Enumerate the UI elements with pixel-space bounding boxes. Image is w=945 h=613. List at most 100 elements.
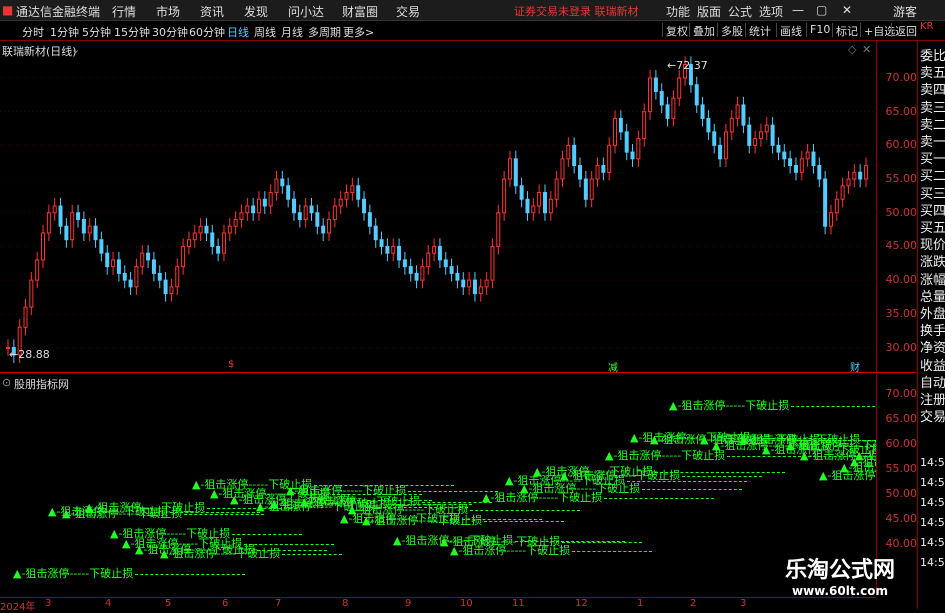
candle-body <box>554 178 559 200</box>
price-axis: 70.00 65.00 60.00 55.00 50.00 45.00 40.00 35.00… <box>876 41 917 372</box>
pane-divider[interactable] <box>0 372 916 373</box>
candle-body <box>169 286 174 295</box>
period-tab-15min[interactable]: 15分钟 <box>114 24 150 40</box>
candle-body <box>321 225 326 234</box>
tool-draw-button[interactable]: 画线 <box>776 23 805 38</box>
tool-back-button[interactable]: 返回 <box>891 23 920 38</box>
signal-label: ▲-狙击涨停-----下破止损 <box>669 397 876 413</box>
candle-body <box>753 138 758 146</box>
indicator-pane[interactable]: ⊙ 股朋指标网 70.00 65.00 60.00 55.00 50.00 45.00 40… <box>0 374 917 596</box>
candle-body <box>758 131 763 140</box>
restore-button[interactable]: ▢ <box>816 3 827 17</box>
candle-body <box>496 212 501 247</box>
signal-label: ▲-狙击涨停-----下破止损 <box>13 565 246 581</box>
minimize-button[interactable]: — <box>792 3 804 17</box>
close-button[interactable]: ✕ <box>842 3 852 17</box>
date-tick: 11 <box>512 598 525 609</box>
period-tab-intraday[interactable]: 分时 <box>22 24 44 40</box>
date-tick: 1 <box>637 598 644 609</box>
quote-field-label: 买五 <box>920 221 945 236</box>
price-tick: 30.00 <box>885 340 918 354</box>
candle-body <box>344 192 349 200</box>
price-tick: 35.00 <box>885 306 918 320</box>
candle-body <box>356 185 361 200</box>
quote-field-label[interactable]: 自动 <box>920 372 945 391</box>
tool-adjust-button[interactable]: 复权 <box>662 23 691 38</box>
candlestick-pane[interactable]: 联瑞新材(日线) ⌄ ◇ ✕ 70.00 65.00 60.00 55.00 50.00… <box>0 41 917 374</box>
price-tick: 70.00 <box>885 70 918 84</box>
candle-body <box>484 279 489 288</box>
period-tab-30min[interactable]: 30分钟 <box>152 24 188 40</box>
tool-overlay-button[interactable]: 叠加 <box>689 23 718 38</box>
event-marker-dividend[interactable]: $ <box>228 359 234 370</box>
time-label: 14:50 <box>920 496 945 509</box>
candle-body <box>694 84 699 106</box>
candle-body <box>548 198 553 214</box>
tool-multi-stock-button[interactable]: 多股 <box>717 23 746 38</box>
guest-label[interactable]: 游客 <box>893 3 917 20</box>
quote-field-label: 涨幅 <box>920 272 945 288</box>
candle-body <box>595 165 600 180</box>
indicator-tick: 65.00 <box>885 412 918 425</box>
menu-item-discover[interactable]: 发现 <box>244 3 268 20</box>
tool-f10-button[interactable]: F10 <box>806 23 833 37</box>
candle-body <box>128 279 133 288</box>
period-tab-multi[interactable]: 多周期 <box>308 24 341 40</box>
candle-body <box>58 205 63 227</box>
period-tab-weekly[interactable]: 周线 <box>254 24 276 40</box>
signal-label: ▲-狙击涨停-----下破止损 <box>160 545 343 561</box>
signal-line <box>572 550 653 552</box>
candle-body <box>204 225 209 234</box>
candle-body <box>513 158 518 187</box>
menu-item-options[interactable]: 选项 <box>759 3 783 20</box>
candle-body <box>630 151 635 160</box>
candle-body <box>151 259 156 274</box>
candle-body <box>181 245 186 268</box>
signal-line <box>282 553 343 555</box>
tool-stats-button[interactable]: 统计 <box>745 23 774 38</box>
candle-body <box>87 225 92 234</box>
menu-item-quotes[interactable]: 行情 <box>112 3 136 20</box>
menu-item-ask[interactable]: 问小达 <box>288 3 324 20</box>
quote-field-label[interactable]: 注册 <box>920 389 945 408</box>
date-tick: 3 <box>740 598 747 609</box>
candle-body <box>297 212 302 220</box>
menu-item-news[interactable]: 资讯 <box>200 3 224 20</box>
candle-body <box>192 232 197 241</box>
candle-body <box>601 165 606 173</box>
login-notice[interactable]: 证券交易未登录 联瑞新材 <box>514 3 639 19</box>
date-tick: 8 <box>342 598 349 609</box>
candle-body <box>858 171 863 180</box>
signal-line <box>642 488 743 490</box>
candle-body <box>665 104 670 119</box>
period-tab-monthly[interactable]: 月线 <box>281 24 303 40</box>
period-tab-1min[interactable]: 1分钟 <box>50 24 79 40</box>
candle-body <box>472 279 477 295</box>
tool-mark-button[interactable]: 标记 <box>832 23 861 38</box>
period-tab-more[interactable]: 更多> <box>343 24 374 40</box>
period-tab-5min[interactable]: 5分钟 <box>82 24 111 40</box>
candle-body <box>221 232 226 254</box>
quote-field-label[interactable]: 交易 <box>920 406 945 425</box>
menu-bar: ■ 通达信金融终端 行情 市场 资讯 发现 问小达 财富圈 交易 证券交易未登录… <box>0 0 945 21</box>
signal-line <box>604 497 715 499</box>
candle-body <box>712 131 717 146</box>
menu-item-formula[interactable]: 公式 <box>728 3 752 20</box>
quote-field-label: 换手 <box>920 324 945 340</box>
candle-body <box>507 158 512 180</box>
menu-item-layout[interactable]: 版面 <box>697 3 721 20</box>
menu-item-trade[interactable]: 交易 <box>396 3 420 20</box>
candle-body <box>350 185 355 194</box>
candle-body <box>35 259 40 281</box>
period-tab-60min[interactable]: 60分钟 <box>189 24 225 40</box>
period-tab-daily[interactable]: 日线 <box>227 24 249 40</box>
low-label: ←28.88 <box>9 348 50 361</box>
menu-item-function[interactable]: 功能 <box>666 3 690 20</box>
candle-body <box>122 272 127 281</box>
menu-item-wealth[interactable]: 财富圈 <box>342 3 378 20</box>
menu-item-market[interactable]: 市场 <box>156 3 180 20</box>
candle-body <box>840 185 845 200</box>
candle-body <box>198 225 203 234</box>
candle-body <box>782 151 787 160</box>
signal-text: ▲-狙击涨停-----下破止损 <box>520 482 641 495</box>
